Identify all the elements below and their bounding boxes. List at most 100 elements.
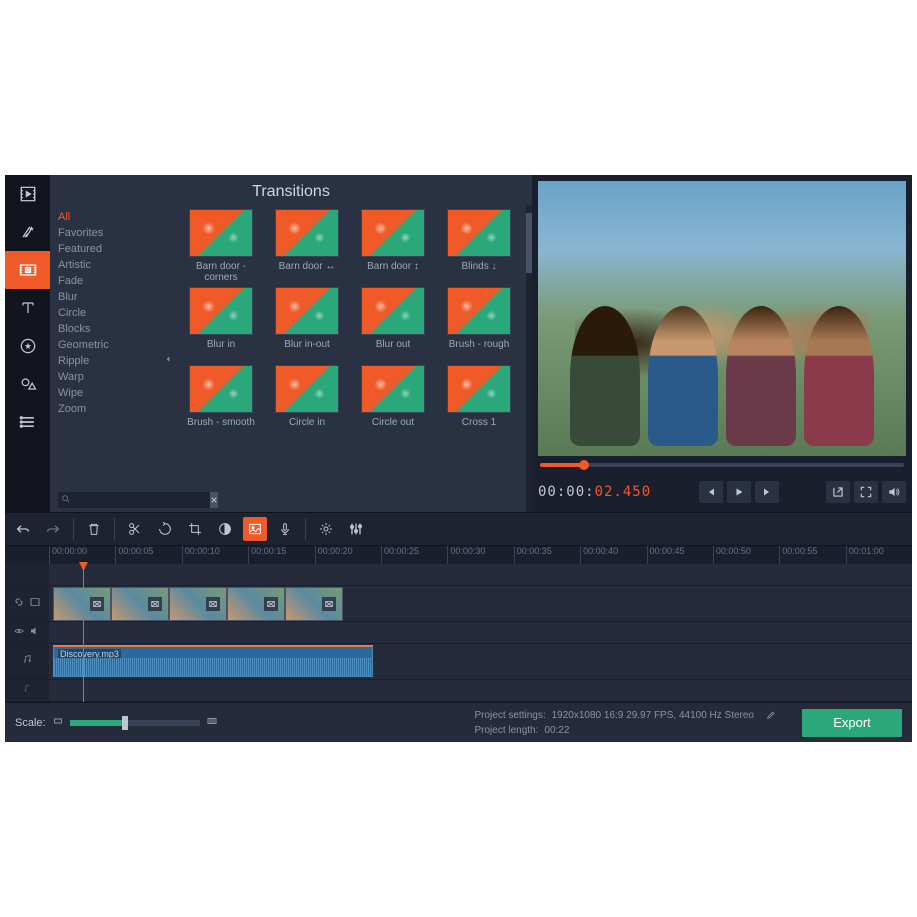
search-input[interactable] xyxy=(58,492,210,508)
scrollbar[interactable] xyxy=(526,205,532,512)
audio-clip[interactable]: Discovery.mp3 xyxy=(53,645,373,677)
transition-item[interactable]: Brush - rough xyxy=(440,287,518,361)
category-item[interactable]: Favorites xyxy=(58,225,154,241)
toolbar xyxy=(5,512,912,546)
main-area: Transitions AllFavoritesFeaturedArtistic… xyxy=(5,175,912,512)
category-item[interactable]: Ripple xyxy=(58,353,154,369)
transition-thumb xyxy=(189,365,253,413)
edit-settings-icon[interactable] xyxy=(766,710,776,723)
transition-item[interactable]: Barn door ↔ xyxy=(268,209,346,283)
category-item[interactable]: Warp xyxy=(58,369,154,385)
export-button[interactable]: Export xyxy=(802,709,902,737)
category-item[interactable]: Blur xyxy=(58,289,154,305)
transition-item[interactable]: Circle in xyxy=(268,365,346,439)
popout-button[interactable] xyxy=(826,481,850,503)
transition-item[interactable]: Circle out xyxy=(354,365,432,439)
settings-button[interactable] xyxy=(314,517,338,541)
volume-button[interactable] xyxy=(882,481,906,503)
mic-button[interactable] xyxy=(273,517,297,541)
ruler-tick: 00:00:10 xyxy=(182,546,248,564)
category-item[interactable]: Featured xyxy=(58,241,154,257)
transition-thumb xyxy=(361,209,425,257)
category-item[interactable]: Geometric xyxy=(58,337,154,353)
video-clip[interactable] xyxy=(285,587,343,621)
category-item[interactable]: All xyxy=(58,209,154,225)
redo-button[interactable] xyxy=(41,517,65,541)
transition-item[interactable]: Barn door ↕ xyxy=(354,209,432,283)
category-item[interactable]: Artistic xyxy=(58,257,154,273)
more-tab[interactable] xyxy=(5,403,50,441)
scale-slider[interactable] xyxy=(70,720,200,726)
left-sidebar xyxy=(5,175,50,512)
transition-thumb xyxy=(447,365,511,413)
timeline-video-track[interactable] xyxy=(5,586,912,622)
color-button[interactable] xyxy=(213,517,237,541)
video-clip[interactable] xyxy=(227,587,285,621)
link-icon xyxy=(13,596,25,611)
category-item[interactable]: Blocks xyxy=(58,321,154,337)
timeline-extra-track[interactable] xyxy=(5,680,912,702)
speaker-icon xyxy=(29,625,41,640)
timecode: 00:00:02.450 xyxy=(538,484,651,500)
transition-marker-icon xyxy=(90,597,104,611)
titles-tab[interactable] xyxy=(5,289,50,327)
transitions-tab[interactable] xyxy=(5,251,50,289)
video-clips[interactable] xyxy=(53,587,343,621)
timeline-linked-audio-track[interactable] xyxy=(5,622,912,644)
transition-item[interactable]: Blur out xyxy=(354,287,432,361)
transition-thumb xyxy=(447,209,511,257)
delete-button[interactable] xyxy=(82,517,106,541)
preview-scrubber[interactable] xyxy=(538,456,906,474)
transition-item[interactable]: Cross 1 xyxy=(440,365,518,439)
transition-item[interactable]: Brush - smooth xyxy=(182,365,260,439)
preview-panel: 00:00:02.450 xyxy=(532,175,912,512)
prev-button[interactable] xyxy=(699,481,723,503)
preview-video[interactable] xyxy=(538,181,906,456)
transition-label: Blur in-out xyxy=(284,339,330,361)
transition-label: Blur in xyxy=(207,339,235,361)
fullscreen-button[interactable] xyxy=(854,481,878,503)
category-item[interactable]: Fade xyxy=(58,273,154,289)
shapes-tab[interactable] xyxy=(5,365,50,403)
transition-item[interactable]: Blur in xyxy=(182,287,260,361)
video-clip[interactable] xyxy=(111,587,169,621)
transition-item[interactable]: Blinds ↓ xyxy=(440,209,518,283)
transition-label: Cross 1 xyxy=(462,417,496,439)
ruler-tick: 00:00:45 xyxy=(647,546,713,564)
split-button[interactable] xyxy=(123,517,147,541)
undo-button[interactable] xyxy=(11,517,35,541)
next-button[interactable] xyxy=(755,481,779,503)
transition-marker-icon xyxy=(322,597,336,611)
timeline-audio-track[interactable]: Discovery.mp3 xyxy=(5,644,912,680)
playhead[interactable] xyxy=(83,564,84,702)
ruler-tick: 00:00:25 xyxy=(381,546,447,564)
crop-button[interactable] xyxy=(183,517,207,541)
equalizer-button[interactable] xyxy=(344,517,368,541)
video-clip[interactable] xyxy=(169,587,227,621)
ruler-tick: 00:00:05 xyxy=(115,546,181,564)
play-button[interactable] xyxy=(727,481,751,503)
category-item[interactable]: Wipe xyxy=(58,385,154,401)
category-item[interactable]: Zoom xyxy=(58,401,154,417)
timeline-title-track[interactable] xyxy=(5,564,912,586)
timeline-ruler[interactable]: 00:00:0000:00:0500:00:1000:00:1500:00:20… xyxy=(5,546,912,564)
media-tab[interactable] xyxy=(5,175,50,213)
transition-label: Brush - rough xyxy=(449,339,510,361)
zoom-in-icon[interactable] xyxy=(206,715,218,730)
music-icon xyxy=(21,654,33,669)
filters-tab[interactable] xyxy=(5,213,50,251)
transition-marker-icon xyxy=(264,597,278,611)
transition-thumb xyxy=(189,209,253,257)
stickers-tab[interactable] xyxy=(5,327,50,365)
search-clear-button[interactable] xyxy=(210,492,218,508)
rotate-button[interactable] xyxy=(153,517,177,541)
image-button[interactable] xyxy=(243,517,267,541)
transition-item[interactable]: Barn door - corners xyxy=(182,209,260,283)
zoom-out-icon[interactable] xyxy=(52,715,64,730)
transition-item[interactable]: Blur in-out xyxy=(268,287,346,361)
video-clip[interactable] xyxy=(53,587,111,621)
ruler-tick: 00:00:55 xyxy=(779,546,845,564)
category-item[interactable]: Circle xyxy=(58,305,154,321)
collapse-handle[interactable] xyxy=(162,205,174,512)
ruler-tick: 00:00:00 xyxy=(49,546,115,564)
